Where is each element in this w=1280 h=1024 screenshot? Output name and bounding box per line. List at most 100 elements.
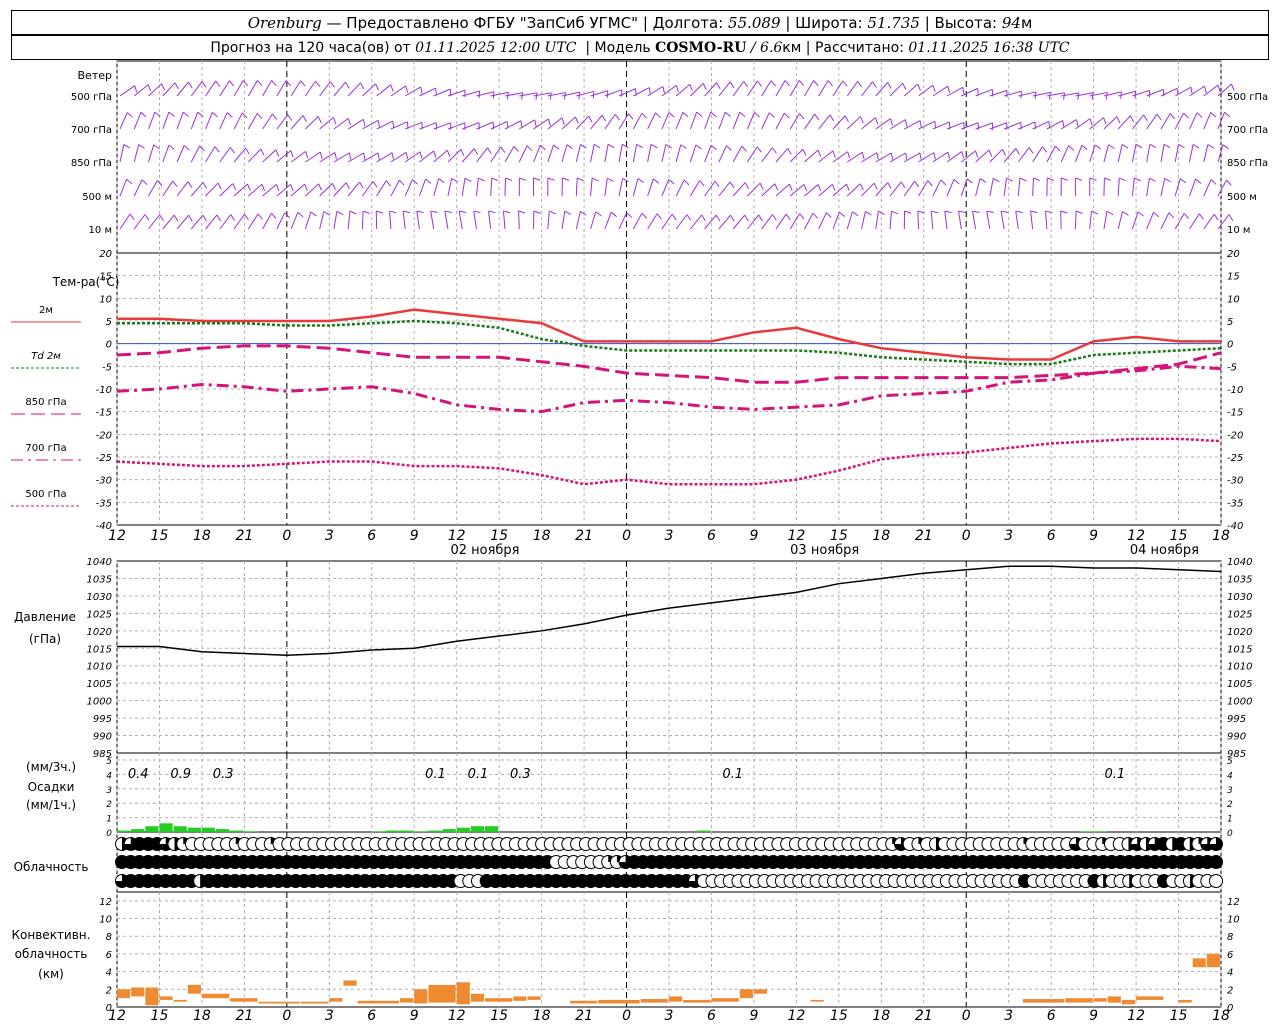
wind-barb [119, 112, 133, 130]
pressure-tick-left: 1000 [87, 697, 112, 708]
wind-barb [789, 80, 805, 97]
wind-barb-shaft [732, 214, 746, 230]
wind-barb-flag [503, 210, 511, 214]
wind-barb-flag [914, 180, 920, 188]
temp-legend-label: 850 гПа [25, 397, 66, 408]
wind-barb-shaft [418, 178, 426, 197]
wind-barb-shaft [718, 145, 727, 163]
precip-bar [201, 827, 216, 832]
wind-barb [333, 81, 350, 97]
wind-barb [930, 210, 939, 230]
wind-level-label-right: 500 м [1227, 192, 1257, 203]
wind-barb [458, 210, 467, 230]
wind-barb-flag [873, 182, 878, 190]
wind-barb-shaft [276, 150, 292, 163]
wind-barb-flag [491, 177, 499, 182]
wind-barb [818, 212, 832, 230]
pressure-title: Давление [14, 610, 76, 624]
wind-barb-flag [1041, 146, 1048, 153]
wind-barb [590, 114, 607, 130]
wind-barb-flag [729, 181, 735, 189]
wind-barb-shaft [1017, 147, 1030, 163]
wind-barb-shaft [804, 113, 816, 130]
time-tick-label-bottom: 3 [325, 1008, 334, 1024]
time-tick-label-bottom: 3 [665, 1008, 674, 1024]
wind-barb [675, 179, 690, 197]
wind-barb [804, 113, 820, 130]
wind-barb-flag [919, 120, 922, 128]
conv-bar [131, 987, 145, 997]
wind-barb-shaft [689, 180, 701, 197]
wind-barb-flag [260, 148, 265, 156]
precip-sum-label: 0.4 [128, 767, 149, 782]
wind-barb [447, 149, 465, 163]
wind-barb-flag [549, 210, 556, 215]
wind-barb-flag [904, 119, 908, 127]
conv-title-1: Конвективн. [12, 928, 91, 942]
conv-tick-right: 0 [1227, 1003, 1233, 1014]
conv-bar [470, 993, 484, 1002]
wind-barb [632, 143, 643, 163]
wind-barb-flag [154, 111, 161, 118]
wind-barb-flag [172, 180, 178, 187]
wind-barb-flag [715, 214, 721, 222]
wind-barb [989, 177, 1000, 197]
wind-barb-flag [347, 118, 351, 126]
wind-barb-shaft [632, 144, 638, 163]
wind-barb [219, 183, 237, 197]
wind-barb [1046, 145, 1061, 163]
time-tick-label-top: 0 [282, 528, 291, 544]
wind-barb [804, 184, 822, 197]
pressure-tick-right: 1025 [1227, 609, 1252, 620]
wind-barb-flag [362, 119, 366, 127]
wind-barb [1203, 144, 1215, 163]
wind-barb-flag [420, 86, 423, 94]
temp-tick-left: 20 [99, 249, 112, 260]
wind-barb-flag [940, 179, 947, 186]
conv-bar [117, 989, 131, 999]
wind-barb [1132, 114, 1148, 130]
wind-barb-shaft [804, 212, 814, 230]
wind-barb-shaft [233, 147, 246, 163]
conv-bar [173, 999, 187, 1002]
wind-barb-shaft [618, 144, 623, 163]
wind-barb-flag [138, 144, 145, 149]
wind-barb-shaft [704, 145, 712, 163]
wind-barb-shaft [262, 80, 273, 97]
wind-barb [746, 112, 760, 130]
wind-barb-shaft [689, 111, 698, 130]
wind-barb [362, 83, 379, 97]
wind-barb-shaft [1015, 211, 1019, 230]
wind-barb-flag [513, 146, 519, 152]
temp-tick-right: 20 [1227, 249, 1240, 260]
wind-barb-shaft [133, 179, 143, 197]
wind-barb [319, 211, 331, 230]
wind-barb [162, 214, 179, 230]
wind-barb [390, 179, 405, 197]
wind-barb [647, 112, 661, 130]
wind-barb-flag [701, 214, 706, 222]
wind-barb [1003, 148, 1020, 163]
wind-barb-shaft [1217, 144, 1224, 163]
wind-barb-flag [1179, 178, 1187, 184]
wind-barb [732, 145, 747, 163]
conv-bar [414, 989, 428, 1004]
wind-barb-shaft [675, 214, 688, 230]
wind-barb [946, 178, 960, 197]
wind-barb-shaft [632, 212, 643, 230]
precip-bar [230, 830, 244, 832]
wind-barb [276, 212, 291, 230]
time-tick-label-top: 3 [325, 528, 334, 544]
wind-barb-shaft [918, 180, 929, 197]
wind-barb-flag [1153, 211, 1160, 218]
wind-barb-shaft [1146, 178, 1150, 197]
wind-barb-shaft [1160, 212, 1170, 230]
wind-barb-shaft [1089, 211, 1092, 230]
wind-barb-flag [1210, 112, 1217, 118]
conv-bar [1107, 996, 1121, 1003]
wind-barb-flag [580, 144, 587, 149]
time-tick-label-bottom: 0 [962, 1008, 971, 1024]
wind-barb-shaft [761, 80, 772, 97]
wind-barb-shaft [518, 210, 520, 230]
wind-barb-shaft [846, 211, 853, 230]
